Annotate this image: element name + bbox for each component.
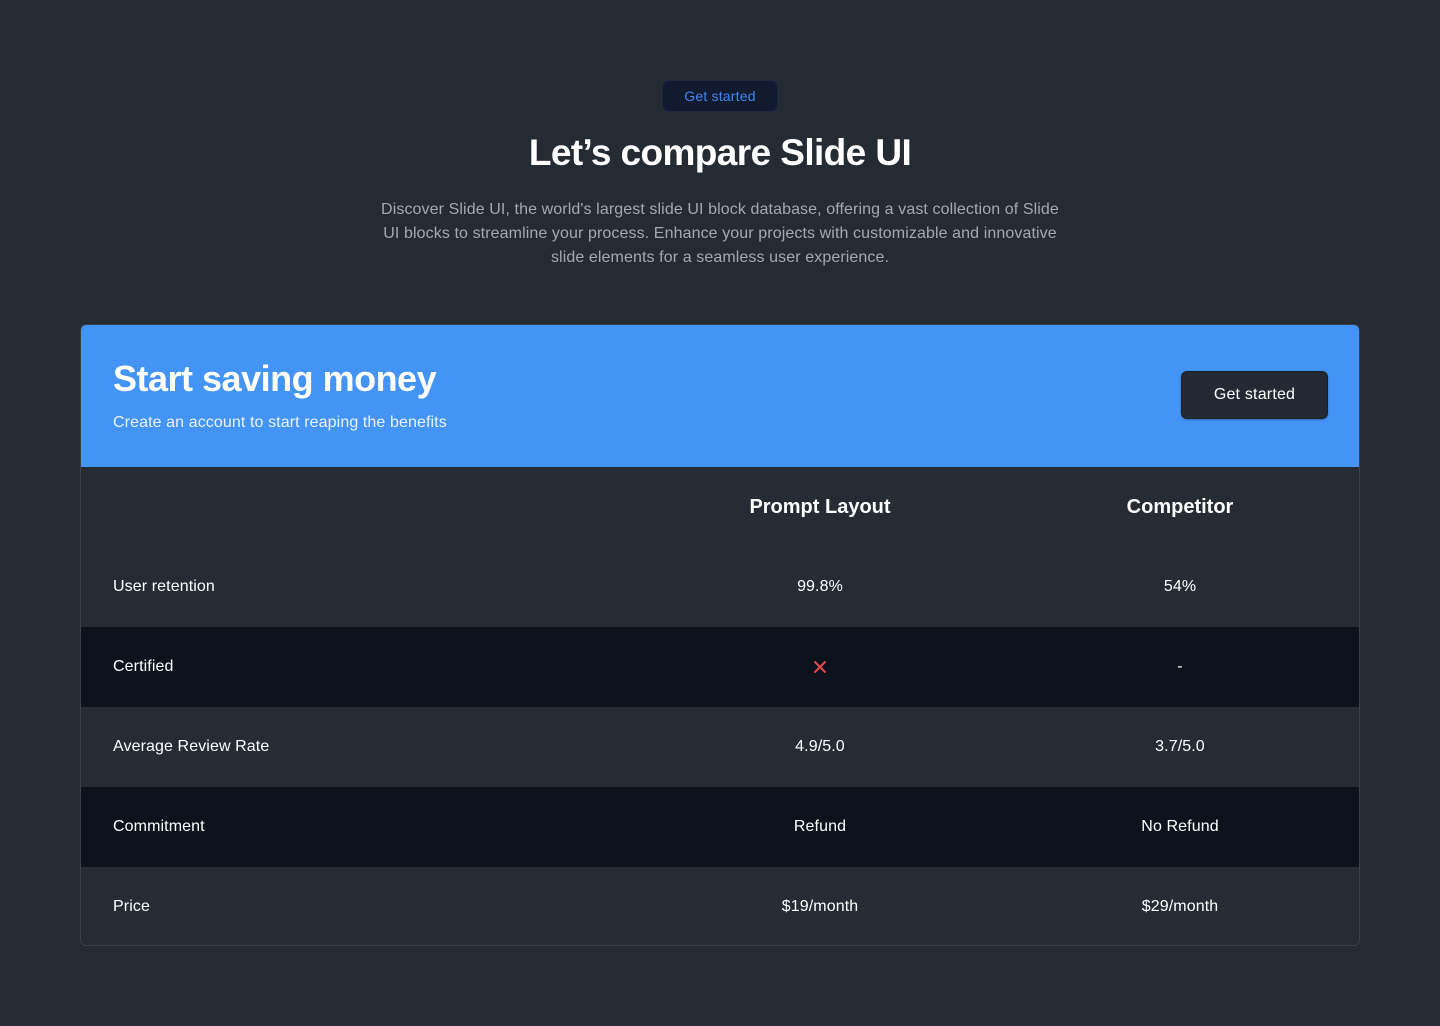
competitor-value: 3.7/5.0 xyxy=(1155,738,1205,755)
hero-section: Get started Let’s compare Slide UI Disco… xyxy=(0,80,1440,270)
prompt-layout-value: 99.8% xyxy=(797,578,843,595)
row-label: Commitment xyxy=(113,818,205,835)
banner-subtitle: Create an account to start reaping the b… xyxy=(113,414,447,431)
row-label: Certified xyxy=(113,658,174,675)
column-header-prompt-layout: Prompt Layout xyxy=(749,496,891,518)
table-row: Certified - xyxy=(81,627,1359,707)
prompt-layout-value: $19/month xyxy=(781,898,859,915)
prompt-layout-value: 4.9/5.0 xyxy=(795,738,845,755)
column-header-competitor: Competitor xyxy=(1126,496,1234,518)
competitor-value: $29/month xyxy=(1141,898,1219,915)
row-label: Price xyxy=(113,898,150,915)
x-icon xyxy=(814,660,826,673)
row-label: Average Review Rate xyxy=(113,738,270,755)
page: Get started Let’s compare Slide UI Disco… xyxy=(0,0,1440,1026)
savings-banner: Start saving money Create an account to … xyxy=(81,325,1359,467)
prompt-layout-value: Refund xyxy=(793,818,847,835)
page-title: Let’s compare Slide UI xyxy=(528,132,912,173)
competitor-value: 54% xyxy=(1163,578,1197,595)
table-row: Average Review Rate 4.9/5.0 3.7/5.0 xyxy=(81,707,1359,787)
row-label: User retention xyxy=(113,578,215,595)
competitor-value: - xyxy=(1177,658,1183,675)
table-row: User retention 99.8% 54% xyxy=(81,547,1359,627)
get-started-badge[interactable]: Get started xyxy=(662,80,778,112)
prompt-layout-value xyxy=(670,657,970,677)
comparison-table-header: Prompt Layout Competitor xyxy=(81,467,1359,547)
table-row: Price $19/month $29/month xyxy=(81,867,1359,945)
table-row: Commitment Refund No Refund xyxy=(81,787,1359,867)
banner-title: Start saving money xyxy=(113,358,437,399)
competitor-value: No Refund xyxy=(1141,818,1219,835)
comparison-card: Start saving money Create an account to … xyxy=(80,324,1360,946)
get-started-button[interactable]: Get started xyxy=(1181,371,1328,419)
hero-description: Discover Slide UI, the world's largest s… xyxy=(381,201,1059,266)
